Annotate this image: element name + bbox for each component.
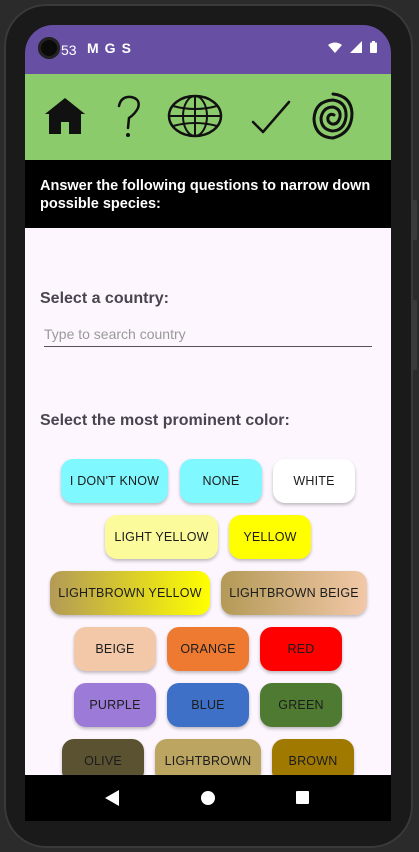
color-chip-white[interactable]: WHITE: [273, 459, 355, 503]
top-toolbar: [25, 74, 391, 160]
status-right: [328, 41, 377, 53]
question-form: Select a country: Select the most promin…: [25, 228, 391, 775]
wifi-icon: [328, 42, 342, 53]
status-time: 53: [61, 42, 77, 58]
color-chip-light-yellow[interactable]: LIGHT YELLOW: [105, 515, 218, 559]
color-chip-orange[interactable]: ORANGE: [167, 627, 249, 671]
color-chip-olive[interactable]: OLIVE: [62, 739, 144, 775]
prompt-banner: Answer the following questions to narrow…: [25, 160, 391, 228]
back-icon[interactable]: [104, 789, 120, 807]
color-chip-beige[interactable]: BEIGE: [74, 627, 156, 671]
color-chip-yellow[interactable]: YELLOW: [229, 515, 311, 559]
spiral-logo-icon[interactable]: [311, 91, 355, 141]
color-chip-purple[interactable]: PURPLE: [74, 683, 156, 727]
power-button: [411, 200, 417, 240]
home-circle-icon[interactable]: [201, 791, 215, 805]
help-question-icon[interactable]: [105, 92, 153, 140]
google-icon: G: [104, 40, 122, 56]
color-chip-brown[interactable]: BROWN: [272, 739, 354, 775]
recents-icon[interactable]: [296, 791, 309, 804]
sync-icon: S: [121, 40, 137, 56]
signal-icon: [350, 41, 362, 53]
color-heading: Select the most prominent color:: [40, 412, 290, 429]
color-chip-lightbrown[interactable]: LIGHTBROWN: [155, 739, 261, 775]
gmail-icon: M: [87, 40, 105, 56]
color-chip-red[interactable]: RED: [260, 627, 342, 671]
checkmark-icon[interactable]: [247, 92, 295, 140]
volume-button: [411, 300, 417, 370]
country-search-input[interactable]: [44, 322, 372, 347]
app-screen: 53 MGS Answer the following questions to…: [25, 25, 391, 815]
notification-icons: MGS: [87, 40, 137, 56]
status-bar: 53 MGS: [25, 25, 391, 74]
color-chip-green[interactable]: GREEN: [260, 683, 342, 727]
country-heading: Select a country:: [40, 290, 169, 307]
color-chip-none[interactable]: NONE: [180, 459, 262, 503]
prompt-text: Answer the following questions to narrow…: [40, 178, 371, 212]
color-chip-i-dont-know[interactable]: I DON'T KNOW: [61, 459, 168, 503]
color-chip-blue[interactable]: BLUE: [167, 683, 249, 727]
globe-icon[interactable]: [167, 92, 223, 140]
system-nav-bar: [25, 775, 391, 821]
color-chip-lightbrown-beige[interactable]: LIGHTBROWN BEIGE: [221, 571, 367, 615]
home-icon[interactable]: [41, 92, 89, 140]
front-camera: [38, 37, 60, 59]
color-chip-lightbrown-yellow[interactable]: LIGHTBROWN YELLOW: [50, 571, 210, 615]
battery-icon: [370, 41, 377, 53]
